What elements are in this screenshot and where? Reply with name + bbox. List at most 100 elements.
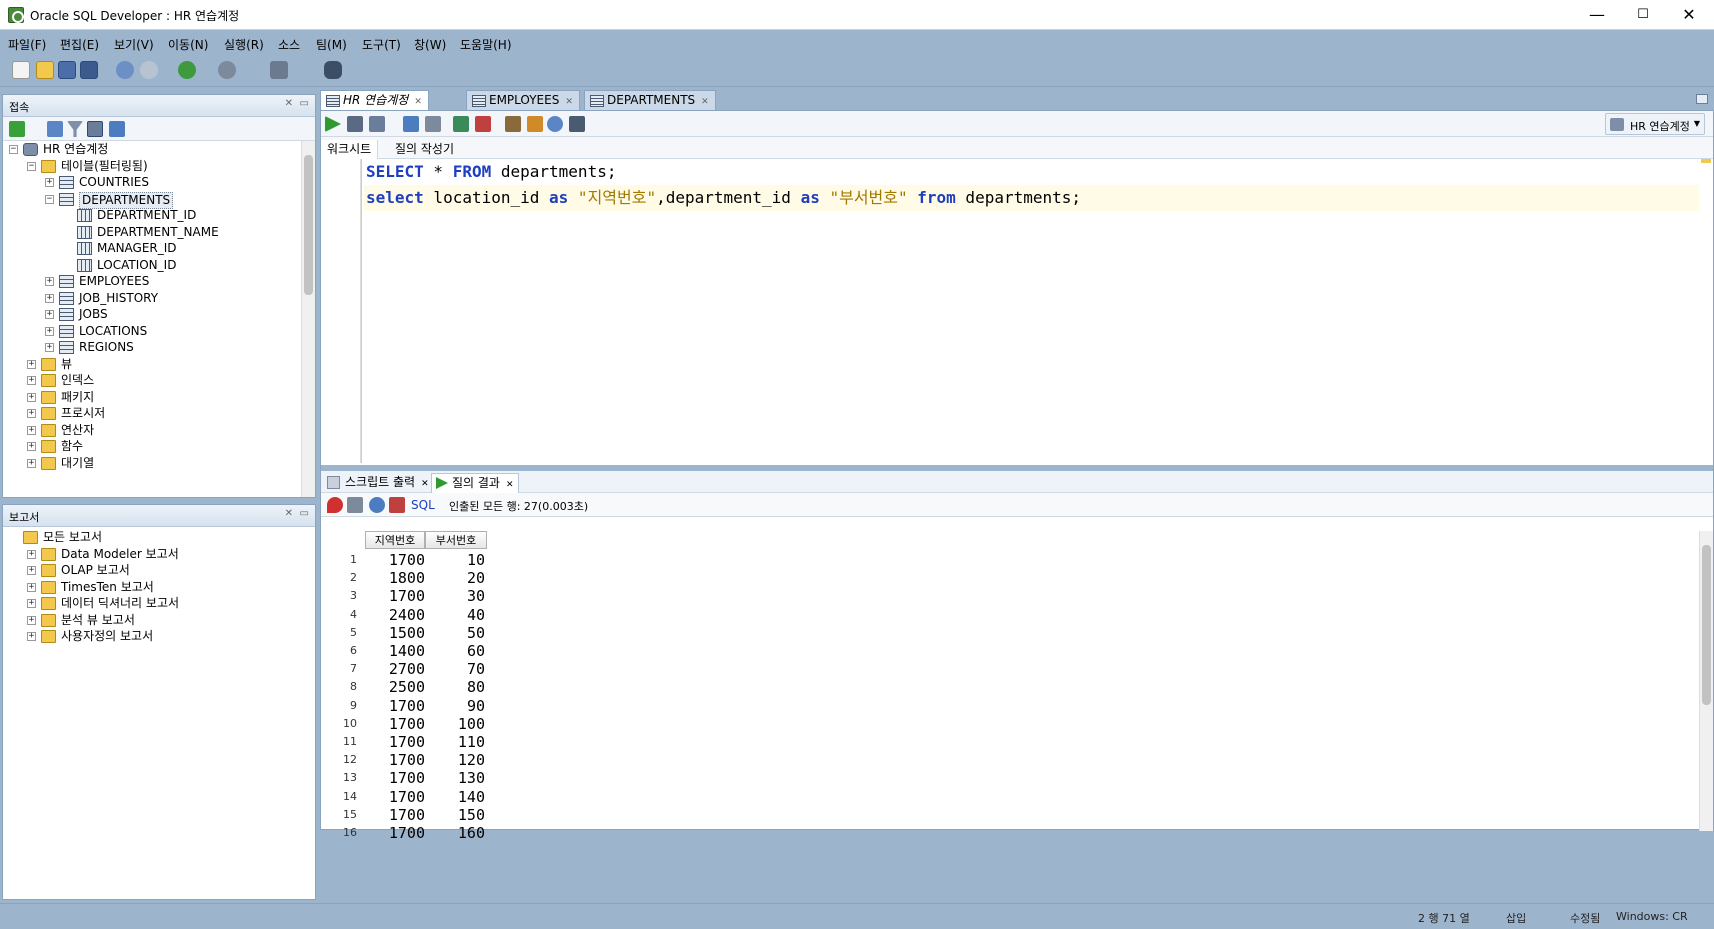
panel-minimize-icon[interactable]: ▭ xyxy=(300,508,309,519)
forward-icon[interactable] xyxy=(218,61,236,79)
grid-cell[interactable]: 2500 xyxy=(367,678,425,696)
panel-close-icon[interactable]: ✕ xyxy=(285,98,293,109)
menu-file[interactable]: 파일(F) xyxy=(8,36,46,53)
find-db-object-icon[interactable] xyxy=(324,61,342,79)
tab-close-icon[interactable]: ✕ xyxy=(414,97,422,107)
grid-cell[interactable]: 1700 xyxy=(367,806,425,824)
result-grid[interactable]: 지역번호 부서번호 1 1700 10 2 1800 20 3 1700 30 4 2400 40 5 1… xyxy=(321,531,1699,842)
table-row[interactable]: 1 1700 10 xyxy=(321,551,491,569)
table-row[interactable]: 7 2700 70 xyxy=(321,660,491,678)
table-row[interactable]: 4 2400 40 xyxy=(321,606,491,624)
tab-close-icon[interactable]: ✕ xyxy=(421,479,429,489)
clear-icon[interactable] xyxy=(527,116,543,132)
back-icon[interactable] xyxy=(178,61,196,79)
close-button[interactable]: ✕ xyxy=(1666,0,1712,30)
grid-cell[interactable]: 40 xyxy=(427,606,485,624)
table-row[interactable]: 15 1700 150 xyxy=(321,806,491,824)
grid-cell[interactable]: 50 xyxy=(427,624,485,642)
grid-cell[interactable]: 20 xyxy=(427,569,485,587)
expand-icon[interactable]: + xyxy=(27,599,36,608)
menu-run[interactable]: 실행(R) xyxy=(224,36,264,53)
save-icon[interactable] xyxy=(58,61,76,79)
collapse-icon[interactable]: − xyxy=(9,145,18,154)
print-icon[interactable] xyxy=(347,497,363,513)
grid-cell[interactable]: 70 xyxy=(427,660,485,678)
expand-icon[interactable]: + xyxy=(27,425,36,435)
grid-cell[interactable]: 30 xyxy=(427,587,485,605)
grid-cell[interactable]: 1700 xyxy=(367,715,425,733)
grid-cell[interactable]: 110 xyxy=(427,733,485,751)
table-row[interactable]: 5 1500 50 xyxy=(321,624,491,642)
grid-cell[interactable]: 80 xyxy=(427,678,485,696)
grid-cell[interactable]: 140 xyxy=(427,788,485,806)
pin-icon[interactable] xyxy=(327,497,343,513)
expand-icon[interactable]: + xyxy=(45,293,54,303)
table-row[interactable]: 10 1700 100 xyxy=(321,715,491,733)
tab-hr-worksheet[interactable]: HR 연습계정 ✕ xyxy=(320,90,429,110)
commit-icon[interactable] xyxy=(453,116,469,132)
grid-cell[interactable]: 1700 xyxy=(367,788,425,806)
tab-script-output[interactable]: 스크립트 출력 ✕ xyxy=(325,473,433,492)
sql-link[interactable]: SQL xyxy=(411,498,435,512)
tab-departments[interactable]: DEPARTMENTS ✕ xyxy=(584,90,716,110)
menu-team[interactable]: 팀(M) xyxy=(316,36,347,53)
sql-history-icon[interactable] xyxy=(547,116,563,132)
tab-list-icon[interactable] xyxy=(1696,94,1708,104)
grid-cell[interactable]: 1700 xyxy=(367,769,425,787)
grid-cell[interactable]: 1400 xyxy=(367,642,425,660)
grid-cell[interactable]: 100 xyxy=(427,715,485,733)
expand-icon[interactable]: + xyxy=(27,615,36,625)
expand-icon[interactable]: + xyxy=(45,178,54,187)
expand-icon[interactable]: + xyxy=(27,442,36,451)
column-header-2[interactable]: 부서번호 xyxy=(425,531,487,549)
menu-help[interactable]: 도움말(H) xyxy=(460,36,512,53)
table-row[interactable]: 11 1700 110 xyxy=(321,733,491,751)
expand-icon[interactable]: + xyxy=(27,582,36,592)
table-row[interactable]: 3 1700 30 xyxy=(321,587,491,605)
redo-icon[interactable] xyxy=(140,61,158,79)
grid-cell[interactable]: 150 xyxy=(427,806,485,824)
maximize-button[interactable]: ☐ xyxy=(1620,0,1666,30)
tab-query-result[interactable]: 질의 결과 ✕ xyxy=(431,473,519,493)
open-folder-icon[interactable] xyxy=(36,61,54,79)
expand-icon[interactable]: + xyxy=(27,409,36,418)
undo-icon[interactable] xyxy=(116,61,134,79)
tab-employees[interactable]: EMPLOYEES ✕ xyxy=(466,90,580,110)
menu-navigate[interactable]: 이동(N) xyxy=(168,36,208,53)
add-connection-icon[interactable] xyxy=(9,121,25,137)
grid-cell[interactable]: 120 xyxy=(427,751,485,769)
grid-cell[interactable]: 160 xyxy=(427,824,485,842)
menu-edit[interactable]: 편집(E) xyxy=(60,36,99,53)
tab-close-icon[interactable]: ✕ xyxy=(701,97,709,107)
expand-icon[interactable]: + xyxy=(45,277,54,286)
run-script-icon[interactable] xyxy=(347,116,363,132)
rollback-icon[interactable] xyxy=(475,116,491,132)
menu-view[interactable]: 보기(V) xyxy=(114,36,154,53)
tab-worksheet[interactable]: 워크시트 xyxy=(321,140,379,159)
tab-query-builder[interactable]: 질의 작성기 xyxy=(389,140,460,157)
sql-editor[interactable]: SELECT * FROM departments; select locati… xyxy=(361,159,1699,463)
connections-scrollbar[interactable] xyxy=(301,141,315,497)
collapse-all-icon[interactable] xyxy=(109,121,125,137)
cancel-fetch-icon[interactable] xyxy=(389,497,405,513)
grid-cell[interactable]: 2700 xyxy=(367,660,425,678)
table-row[interactable]: 13 1700 130 xyxy=(321,769,491,787)
autotrace-icon[interactable] xyxy=(369,116,385,132)
minimize-button[interactable]: — xyxy=(1574,0,1620,30)
sql-tuning-icon[interactable] xyxy=(425,116,441,132)
grid-cell[interactable]: 1700 xyxy=(367,751,425,769)
result-scrollbar[interactable] xyxy=(1699,531,1713,831)
column-header-1[interactable]: 지역번호 xyxy=(365,531,425,549)
table-row[interactable]: 14 1700 140 xyxy=(321,788,491,806)
grid-cell[interactable]: 90 xyxy=(427,697,485,715)
new-file-icon[interactable] xyxy=(12,61,30,79)
expand-icon[interactable]: + xyxy=(45,343,54,352)
panel-minimize-icon[interactable]: ▭ xyxy=(300,98,309,109)
tab-close-icon[interactable]: ✕ xyxy=(506,480,514,490)
menu-source[interactable]: 소스 xyxy=(278,36,300,53)
grid-cell[interactable]: 60 xyxy=(427,642,485,660)
run-statement-icon[interactable] xyxy=(325,116,341,132)
panel-close-icon[interactable]: ✕ xyxy=(285,508,293,519)
grid-cell[interactable]: 1500 xyxy=(367,624,425,642)
refresh-icon[interactable] xyxy=(47,121,63,137)
